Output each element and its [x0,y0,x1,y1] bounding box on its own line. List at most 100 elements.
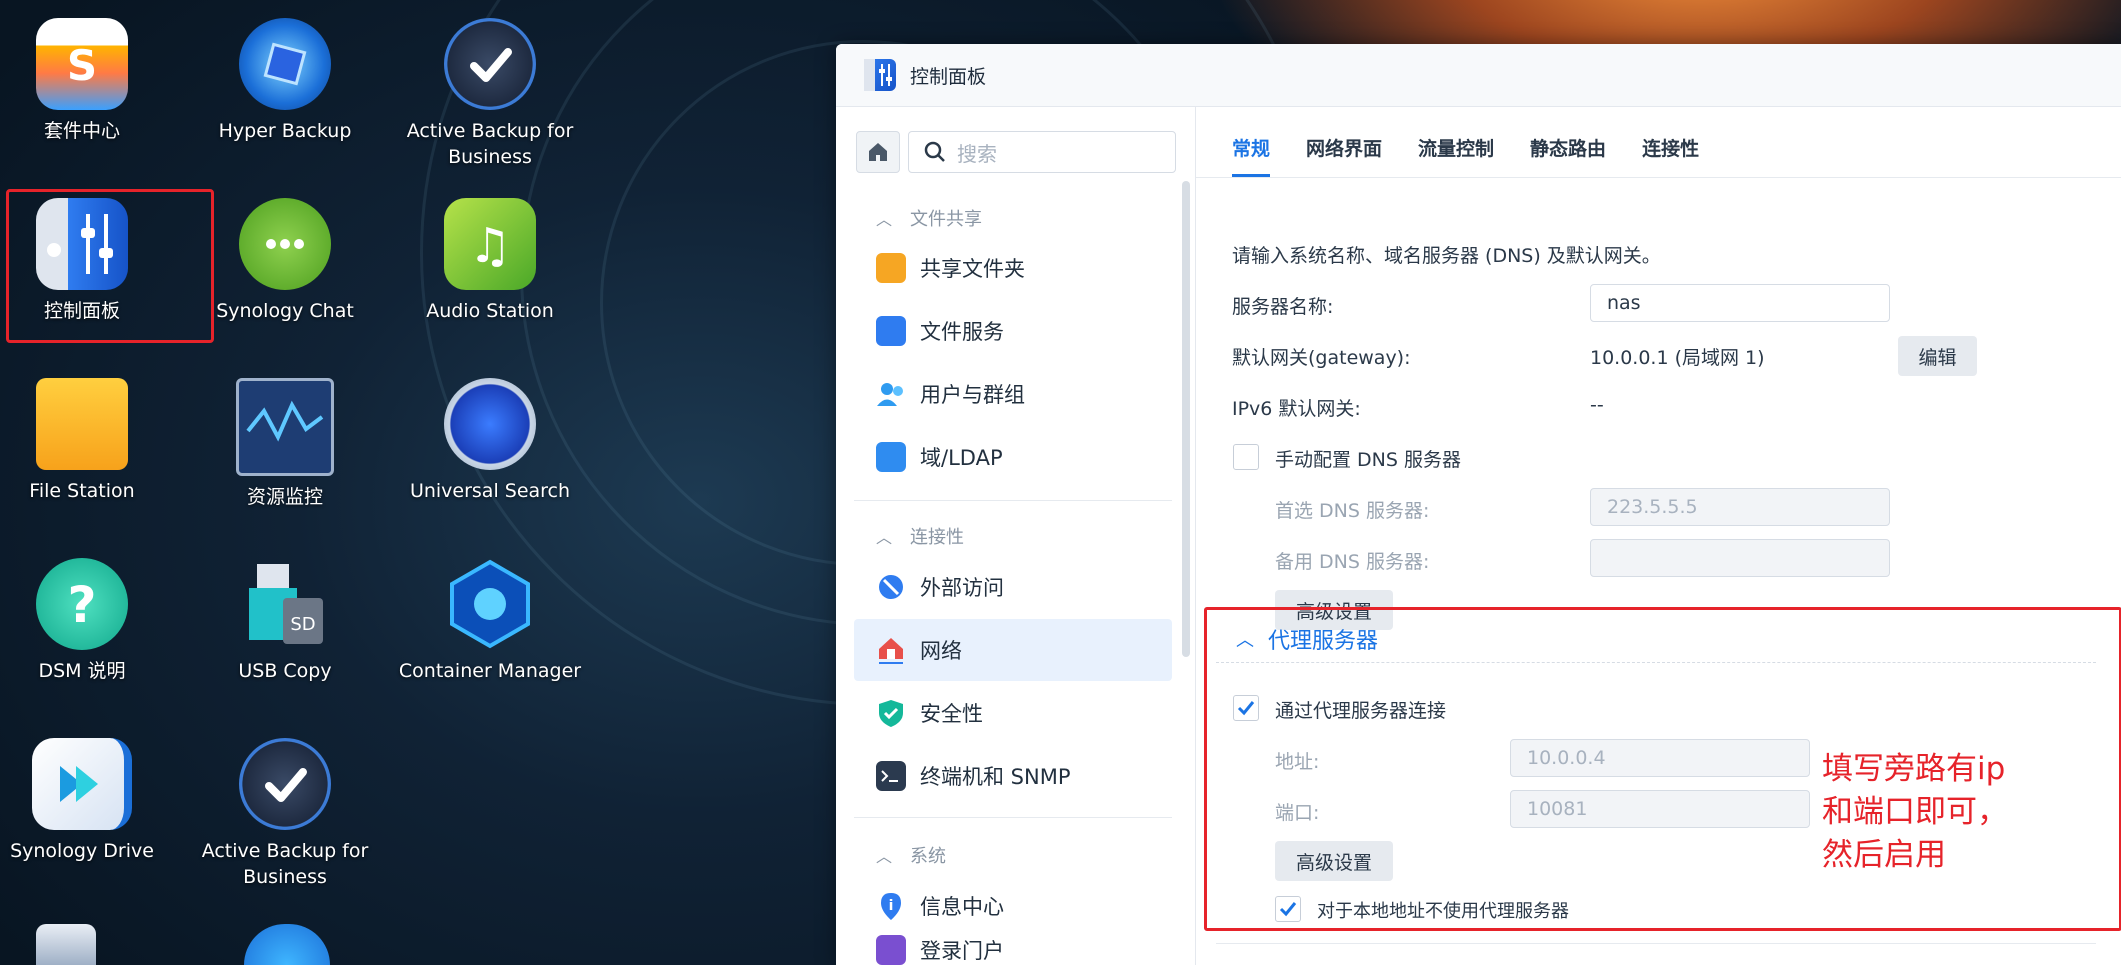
section-label: 文件共享 [910,209,983,230]
sidebar-item-external-access[interactable]: 外部访问 [854,556,1172,618]
alt-dns-label: 备用 DNS 服务器: [1275,551,1430,573]
sidebar-item-domain-ldap[interactable]: 域/LDAP [854,426,1172,488]
section-connectivity[interactable]: ︿ 连接性 [876,523,964,549]
desktop-icon-label: Synology Chat [216,300,354,322]
svg-text:i: i [889,898,894,914]
universal-search-shortcut[interactable]: Universal Search [390,360,590,535]
usb-copy-shortcut[interactable]: SD USB Copy [185,540,385,715]
sidebar-item-network[interactable]: 网络 [854,619,1172,681]
external-access-icon [876,572,906,602]
edit-gateway-button[interactable]: 编辑 [1898,336,1977,376]
package-center-shortcut[interactable]: S 套件中心 [0,0,182,175]
hyper-backup-icon [239,18,331,110]
sidebar-item-label: 网络 [920,639,962,663]
active-backup-shortcut-2[interactable]: Active Backup for Business [185,720,385,895]
search-icon [924,141,945,162]
folder-icon [36,378,128,470]
bottom-divider [1216,943,2096,944]
preferred-dns-field[interactable]: 223.5.5.5 [1590,488,1890,526]
folder-icon [876,253,906,283]
ipv6-gateway-label: IPv6 默认网关: [1232,398,1361,420]
sidebar-scrollbar[interactable] [1182,181,1190,657]
section-label: 连接性 [910,527,965,548]
tab-bar: 常规 网络界面 流量控制 静态路由 连接性 [1196,107,2121,178]
terminal-icon [876,761,906,791]
dsm-help-shortcut[interactable]: ? DSM 说明 [0,540,182,715]
usb-icon: SD [239,558,331,650]
desktop-icon-label: Hyper Backup [218,120,352,142]
tab-traffic-control[interactable]: 流量控制 [1418,134,1494,177]
id-card-icon [876,442,906,472]
drive-icon [32,738,132,830]
desktop-icon-label: File Station [29,480,135,502]
svg-text:♫: ♫ [468,218,511,274]
sidebar-item-label: 终端机和 SNMP [920,765,1071,789]
server-name-field[interactable]: nas [1590,284,1890,322]
sidebar-item-login-portal[interactable]: 登录门户 [854,935,1172,965]
desktop-icon-label: Synology Drive [10,840,154,862]
magnifier-icon [444,378,536,470]
chevron-up-icon: ︿ [876,528,893,547]
manual-dns-checkbox[interactable] [1233,444,1259,470]
monitor-chart-icon [236,378,334,476]
database-icon[interactable] [36,924,96,965]
tab-connectivity[interactable]: 连接性 [1642,134,1699,177]
ipv6-gateway-value: -- [1590,394,1604,416]
sidebar-item-label: 登录门户 [920,939,1004,963]
file-station-shortcut[interactable]: File Station [0,360,182,535]
desktop-icon-label: Active Backup for Business [406,120,574,168]
house-network-icon [876,635,906,665]
sidebar-item-terminal-snmp[interactable]: 终端机和 SNMP [854,745,1172,807]
active-backup-shortcut[interactable]: Active Backup for Business [390,0,590,175]
section-file-sharing[interactable]: ︿ 文件共享 [876,205,982,231]
sidebar-item-label: 信息中心 [920,895,1004,919]
window-titlebar[interactable]: 控制面板 [836,44,2121,107]
file-services-icon [876,316,906,346]
desktop-icon-label: DSM 说明 [38,660,126,682]
sidebar-search[interactable]: 搜索 [908,131,1176,173]
home-button[interactable] [856,131,900,173]
tab-network-interface[interactable]: 网络界面 [1306,134,1382,177]
sidebar-item-shared-folder[interactable]: 共享文件夹 [854,237,1172,299]
resource-monitor-shortcut[interactable]: 资源监控 [185,360,385,535]
package-center-icon: S [36,18,128,110]
section-system[interactable]: ︿ 系统 [876,842,946,868]
alt-dns-field[interactable] [1590,539,1890,577]
manual-dns-label: 手动配置 DNS 服务器 [1275,449,1461,471]
desktop-icon-label: Active Backup for Business [201,840,369,888]
control-panel-highlight [6,189,214,343]
sidebar-item-label: 外部访问 [920,576,1004,600]
sidebar-item-file-services[interactable]: 文件服务 [854,300,1172,362]
control-panel-icon [864,59,896,91]
tab-general[interactable]: 常规 [1232,134,1271,177]
svg-text:S: S [67,41,97,90]
desktop-icon-label: 资源监控 [246,486,323,508]
sidebar-item-label: 用户与群组 [920,383,1025,407]
synology-drive-shortcut[interactable]: Synology Drive [0,720,182,895]
sidebar-item-info-center[interactable]: i 信息中心 [854,875,1172,937]
question-icon: ? [36,558,128,650]
gateway-label: 默认网关(gateway): [1232,347,1411,369]
server-name-label: 服务器名称: [1232,296,1334,318]
home-icon [869,143,887,161]
svg-text:?: ? [67,576,96,634]
tab-static-route[interactable]: 静态路由 [1530,134,1606,177]
desktop-icon-label: Universal Search [409,480,571,502]
synology-chat-shortcut[interactable]: Synology Chat [185,180,385,355]
sidebar-divider [854,817,1172,818]
desktop-icon-label: 套件中心 [43,120,120,142]
sidebar-item-security[interactable]: 安全性 [854,682,1172,744]
section-label: 系统 [910,846,947,867]
sidebar-item-label: 域/LDAP [920,446,1003,470]
annotation-text: 填写旁路有ip和端口即可，然后启用 [1822,751,2008,873]
preferred-dns-label: 首选 DNS 服务器: [1275,500,1430,522]
sidebar-item-users-groups[interactable]: 用户与群组 [854,363,1172,425]
desktop-icon-label: Container Manager [398,660,582,682]
gateway-value: 10.0.0.1 (局域网 1) [1590,347,1765,369]
hyper-backup-shortcut[interactable]: Hyper Backup [185,0,385,175]
sidebar-item-label: 共享文件夹 [920,257,1025,281]
container-manager-shortcut[interactable]: Container Manager [390,540,590,715]
audio-station-shortcut[interactable]: ♫ Audio Station [390,180,590,355]
chat-bubble-icon [239,198,331,290]
search-input[interactable]: 搜索 [957,138,997,167]
